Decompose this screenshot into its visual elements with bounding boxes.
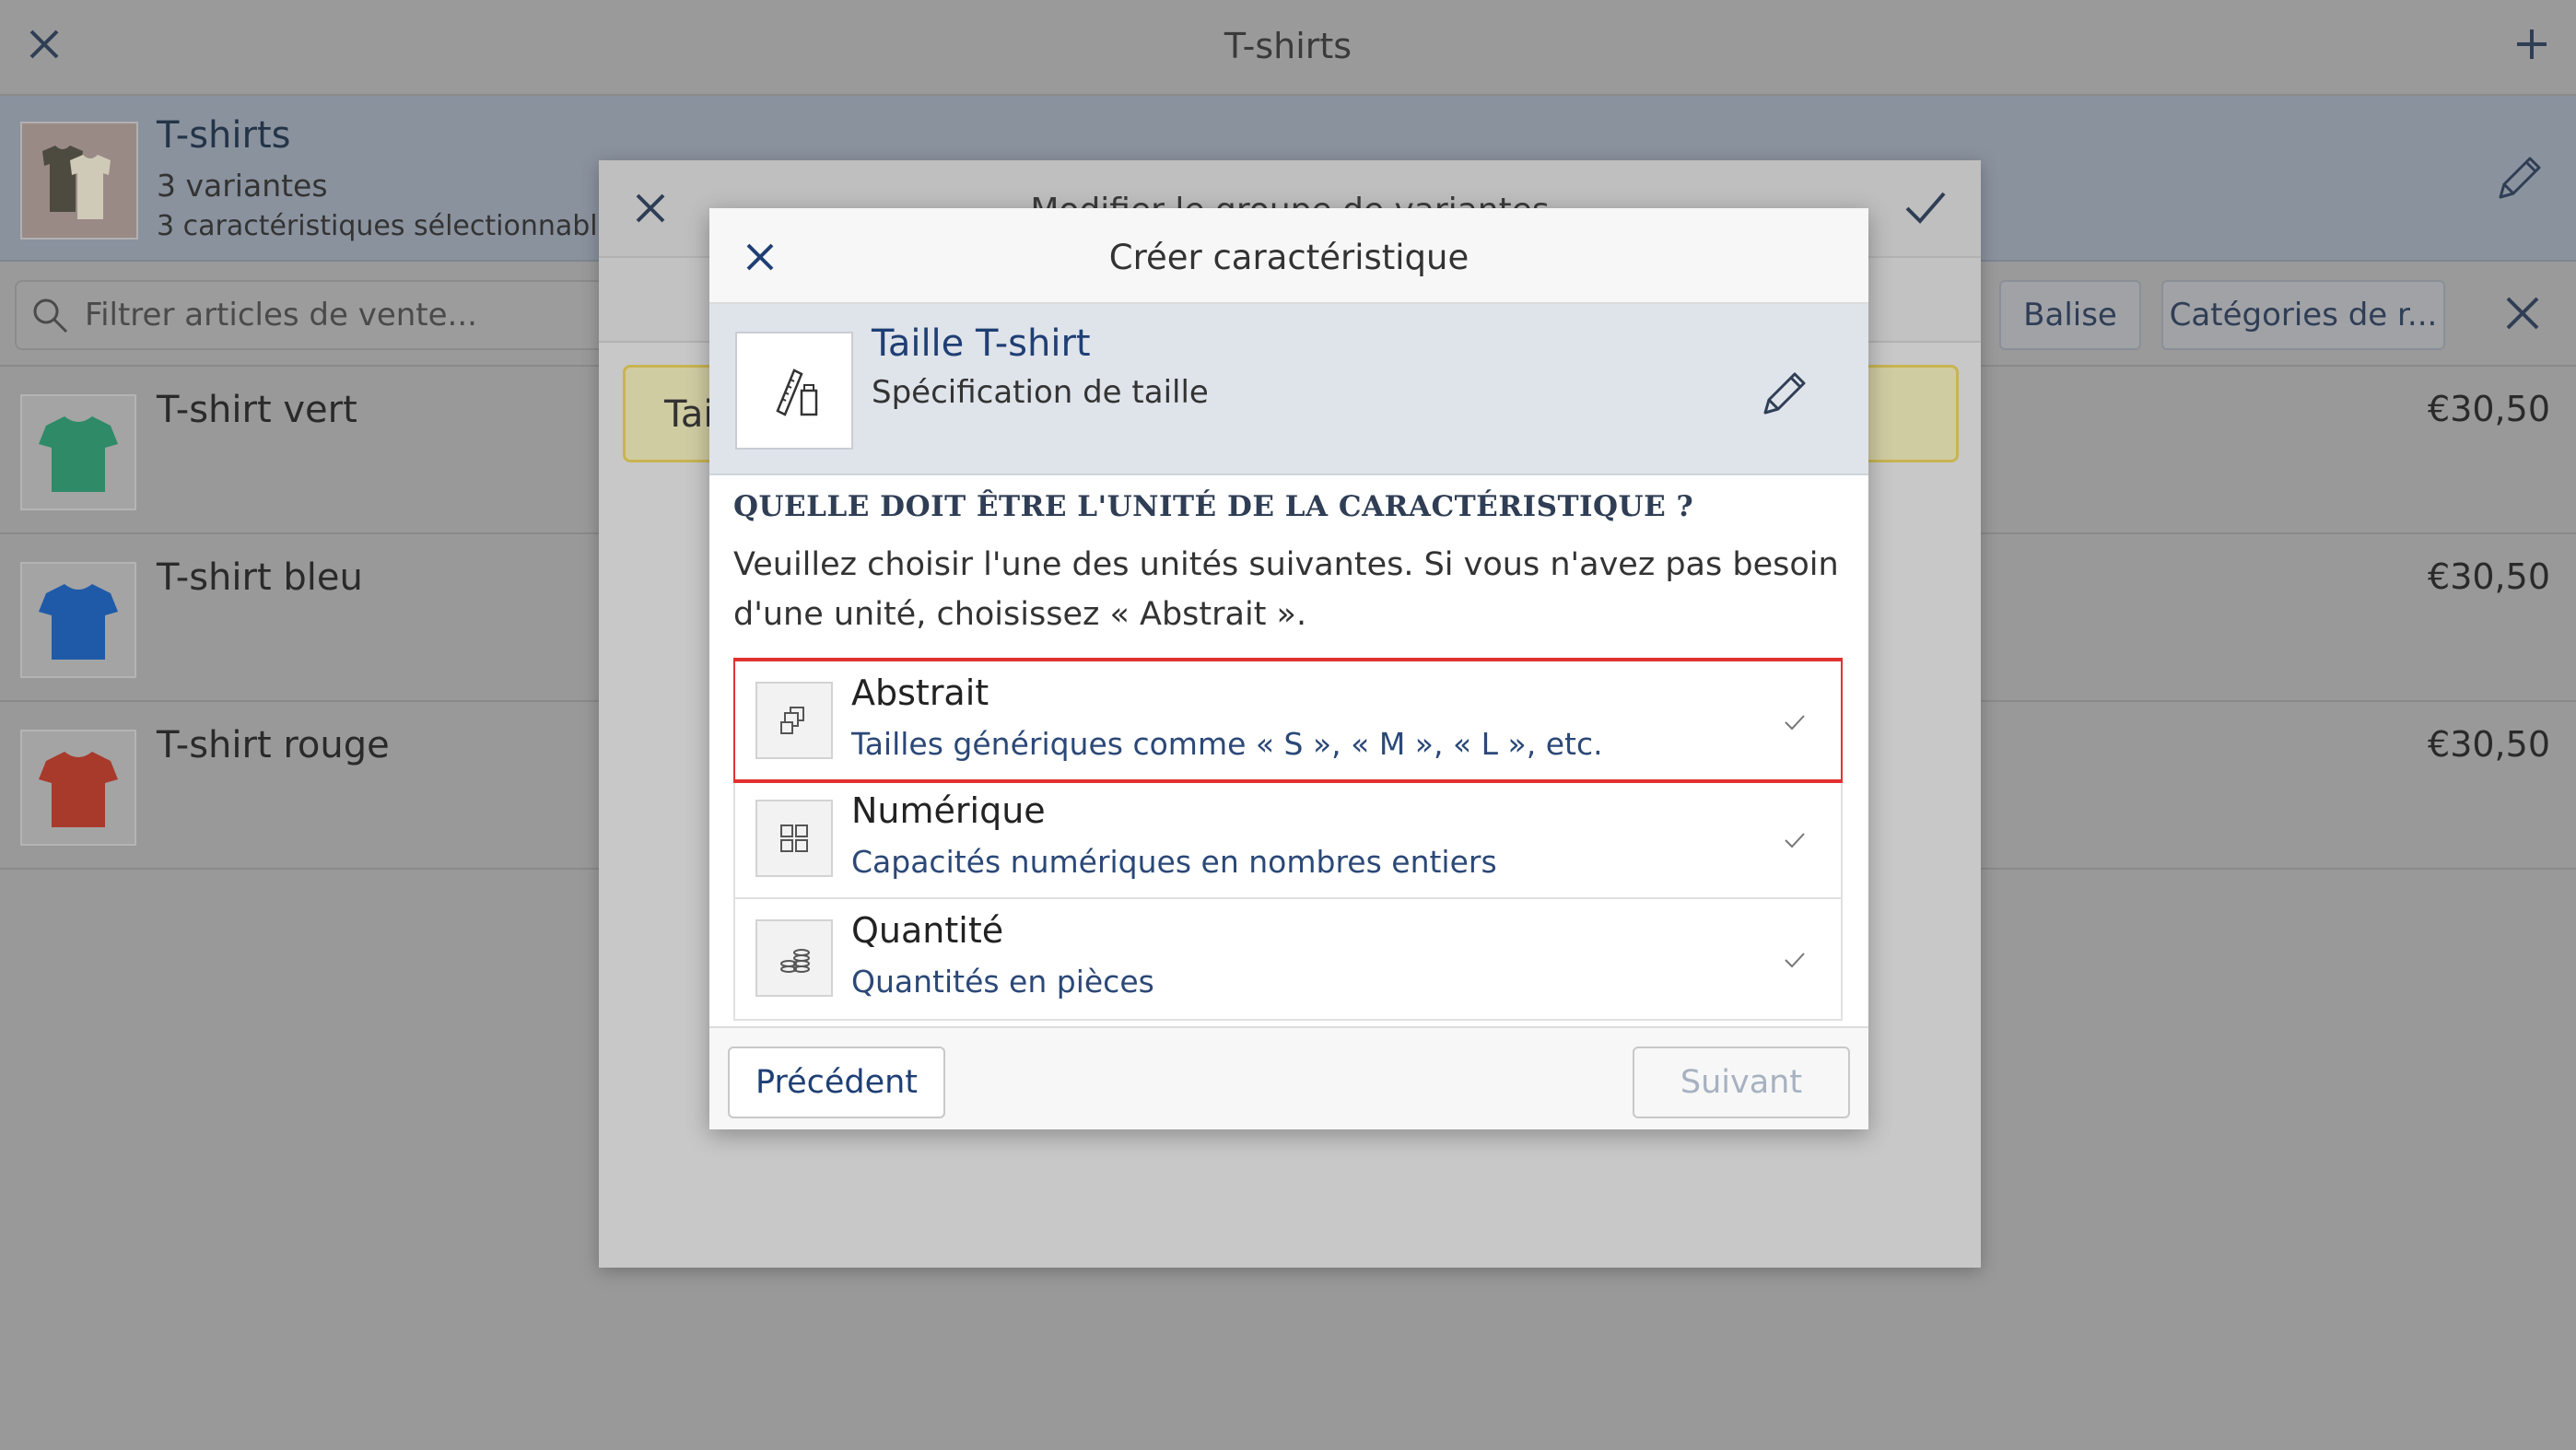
checkmark-icon <box>1785 833 1805 848</box>
checkmark-icon <box>1785 953 1805 968</box>
option-icon-box <box>755 919 833 997</box>
top-bar: T-shirts <box>0 0 2576 96</box>
pencil-icon[interactable] <box>1758 367 1811 420</box>
feature-subtitle: Spécification de taille <box>872 374 1209 411</box>
unit-option-numeric[interactable]: Numérique Capacités numériques en nombre… <box>733 778 1843 901</box>
checkmark-icon <box>1785 715 1805 731</box>
plus-icon[interactable] <box>2513 26 2550 63</box>
size-spec-icon <box>776 368 818 416</box>
option-name: Numérique <box>851 790 1046 831</box>
item-price: €30,50 <box>2428 389 2550 429</box>
feature-summary: Taille T-shirt Spécification de taille <box>709 304 1868 475</box>
variant-count: 3 variantes <box>157 168 328 204</box>
tshirt-icon <box>39 584 118 660</box>
product-image <box>20 562 136 678</box>
search-placeholder: Filtrer articles de vente... <box>85 297 477 333</box>
option-subtitle: Quantités en pièces <box>851 964 1154 1000</box>
item-price: €30,50 <box>2428 724 2550 765</box>
unit-description: Veuillez choisir l'une des unités suivan… <box>733 546 1839 633</box>
item-name: T-shirt bleu <box>157 556 363 599</box>
previous-button[interactable]: Précédent <box>728 1047 945 1118</box>
option-icon-box <box>755 682 833 759</box>
tag-filter-button[interactable]: Balise <box>1999 280 2141 350</box>
option-subtitle: Tailles génériques comme « S », « M », «… <box>851 726 1603 762</box>
item-name: T-shirt vert <box>157 389 357 431</box>
search-input[interactable]: Filtrer articles de vente... <box>15 280 626 350</box>
unit-option-quantity[interactable]: Quantité Quantités en pièces <box>733 897 1843 1021</box>
tshirt-icon <box>39 752 118 827</box>
search-icon <box>33 298 68 333</box>
option-name: Abstrait <box>851 672 989 713</box>
create-feature-dialog: Créer caractéristique Taille T-shirt Spé… <box>709 208 1868 1129</box>
product-image <box>20 730 136 846</box>
option-icon-box <box>755 800 833 877</box>
product-name: T-shirts <box>157 114 291 157</box>
unit-question: QUELLE DOIT ÊTRE L'UNITÉ DE LA CARACTÉRI… <box>733 490 1694 523</box>
item-name: T-shirt rouge <box>157 724 390 766</box>
next-button[interactable]: Suivant <box>1633 1047 1850 1118</box>
clear-filter-icon[interactable] <box>2502 293 2543 333</box>
tshirt-icon <box>39 416 118 492</box>
category-filter-button[interactable]: Catégories de r... <box>2161 280 2445 350</box>
dialog-footer: Précédent Suivant <box>709 1026 1868 1129</box>
numeric-icon <box>780 824 808 852</box>
pencil-icon[interactable] <box>2491 151 2547 206</box>
unit-option-abstract[interactable]: Abstrait Tailles génériques comme « S »,… <box>733 658 1843 783</box>
option-name: Quantité <box>851 910 1004 951</box>
page-title: T-shirts <box>1224 26 1352 66</box>
tshirt-group-icon <box>42 146 111 219</box>
selectable-count: 3 caractéristiques sélectionnables <box>157 210 629 242</box>
dialog-header: Créer caractéristique <box>709 208 1868 304</box>
feature-icon-box <box>735 332 853 450</box>
quantity-icon <box>780 949 810 973</box>
option-subtitle: Capacités numériques en nombres entiers <box>851 844 1497 880</box>
dialog-title: Créer caractéristique <box>1108 238 1469 277</box>
item-price: €30,50 <box>2428 556 2550 597</box>
product-thumbnail <box>20 122 138 240</box>
info-banner-text: Tai <box>664 393 714 436</box>
abstract-icon <box>780 707 804 734</box>
checkmark-icon[interactable] <box>1903 188 1948 228</box>
product-image <box>20 394 136 510</box>
feature-name: Taille T-shirt <box>872 322 1091 365</box>
